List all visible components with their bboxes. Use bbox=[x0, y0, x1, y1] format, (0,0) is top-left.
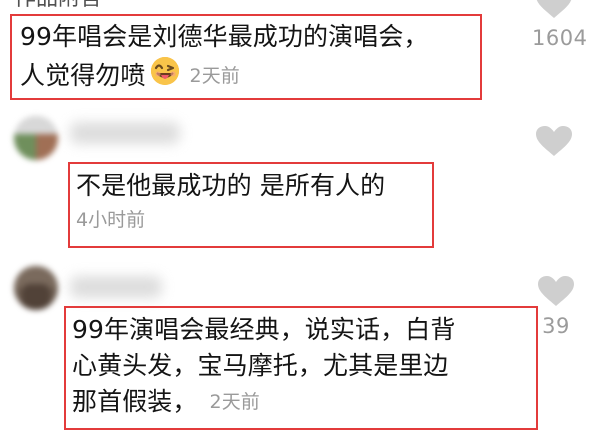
comment-1-line-2-text: 人觉得勿喷 bbox=[20, 61, 146, 90]
comment-3-timestamp: 2天前 bbox=[209, 391, 260, 413]
comment-3-line-1: 99年演唱会最经典，说实话，白背 bbox=[72, 315, 456, 344]
avatar-1[interactable] bbox=[14, 116, 58, 160]
username-blur-2[interactable] bbox=[70, 276, 162, 298]
comment-1-timestamp: 2天前 bbox=[189, 65, 240, 87]
comment-1-line-2: 人觉得勿喷 2天前 bbox=[20, 55, 429, 97]
comment-2-timestamp: 4小时前 bbox=[76, 209, 146, 231]
heart-icon[interactable] bbox=[534, 276, 578, 306]
like-count-3: 39 bbox=[542, 314, 570, 338]
comments-page: 作品附言 99年唱会是刘德华最成功的演唱会， 人觉得勿喷 2天前 bbox=[0, 0, 600, 433]
heart-icon[interactable] bbox=[532, 126, 576, 156]
username-blur-1[interactable] bbox=[70, 122, 180, 144]
comment-3-line-2: 心黄头发，宝马摩托，尤其是里边 bbox=[72, 351, 449, 380]
comment-3-line-3: 那首假装， 2天前 bbox=[72, 384, 455, 420]
like-group-2[interactable] bbox=[532, 126, 576, 164]
comment-2[interactable]: 不是他最成功的 是所有人的 4小时前 bbox=[76, 168, 385, 232]
comment-1-line-1: 99年唱会是刘德华最成功的演唱会， bbox=[20, 22, 429, 51]
comment-1[interactable]: 99年唱会是刘德华最成功的演唱会， 人觉得勿喷 2天前 bbox=[20, 19, 429, 97]
top-cut-off-text: 作品附言 bbox=[14, 0, 102, 10]
avatar-2[interactable] bbox=[14, 266, 58, 310]
like-count-1: 1604 bbox=[532, 26, 588, 50]
winking-tongue-out-face-icon bbox=[149, 55, 181, 97]
heart-icon[interactable] bbox=[532, 0, 576, 18]
comment-2-text: 不是他最成功的 是所有人的 bbox=[76, 171, 386, 200]
comment-3[interactable]: 99年演唱会最经典，说实话，白背 心黄头发，宝马摩托，尤其是里边 那首假装， 2… bbox=[72, 312, 455, 420]
comment-3-line-3-text: 那首假装， bbox=[72, 387, 198, 416]
like-group-3[interactable]: 39 bbox=[534, 276, 578, 338]
like-group-1[interactable]: 1604 bbox=[532, 0, 588, 50]
